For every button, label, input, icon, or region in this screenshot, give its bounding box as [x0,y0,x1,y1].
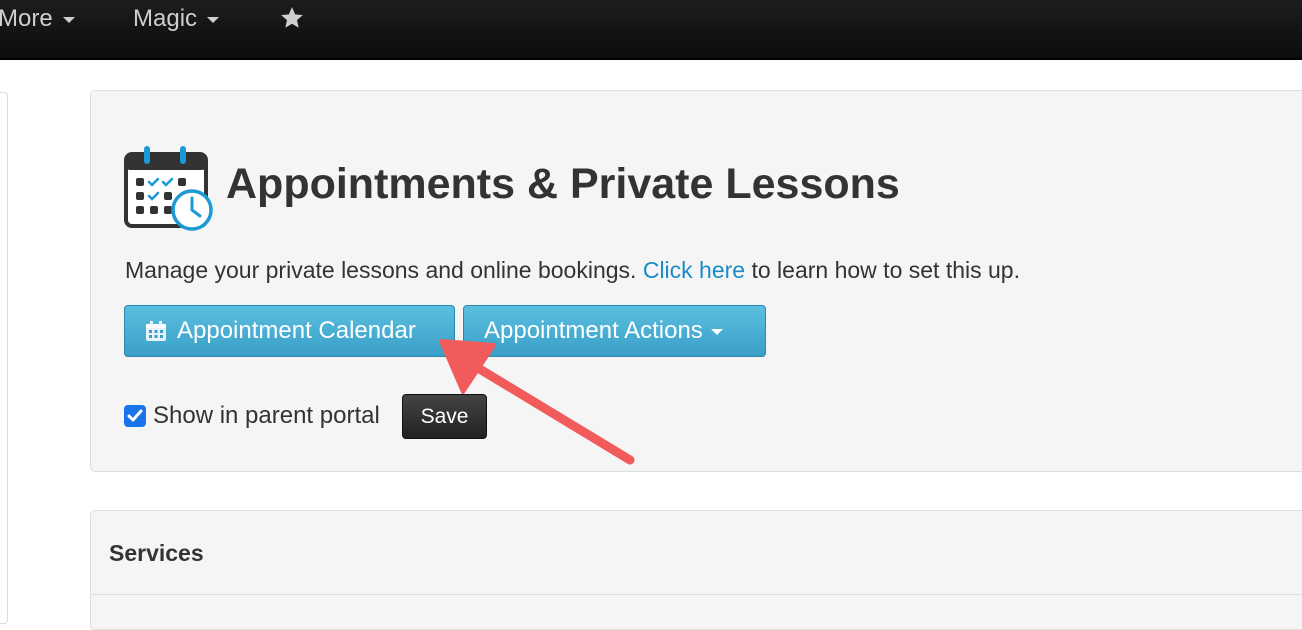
nav-magic-menu[interactable]: Magic [133,5,220,33]
show-in-parent-portal-label[interactable]: Show in parent portal [153,401,380,431]
nav-more-label: More [0,5,53,32]
save-button[interactable]: Save [402,394,487,439]
top-navbar: More Magic [0,0,1302,60]
calendar-clock-icon [124,146,213,231]
page-title: Appointments & Private Lessons [226,160,900,208]
star-icon[interactable] [279,5,305,31]
services-heading: Services [109,540,204,566]
left-sidebar-edge [0,92,8,624]
appointment-actions-dropdown[interactable]: Appointment Actions [463,305,766,357]
nav-magic-label: Magic [133,5,198,32]
calendar-icon [146,321,166,341]
chevron-down-icon [207,17,220,23]
appointment-calendar-label: Appointment Calendar [177,317,416,344]
checkmark-icon [127,409,143,422]
chevron-down-icon [62,17,75,23]
chevron-down-icon [710,329,723,335]
description-text: Manage your private lessons and online b… [125,257,637,283]
show-in-parent-portal-checkbox[interactable] [124,405,146,427]
services-panel [90,510,1302,630]
services-divider [91,594,1302,595]
nav-more-menu[interactable]: More [0,5,75,33]
page-description: Manage your private lessons and online b… [125,255,1020,285]
appointment-actions-label: Appointment Actions [484,317,703,344]
appointment-calendar-button[interactable]: Appointment Calendar [124,305,455,357]
description-text-end: to learn how to set this up. [751,257,1020,283]
help-link[interactable]: Click here [643,257,745,283]
